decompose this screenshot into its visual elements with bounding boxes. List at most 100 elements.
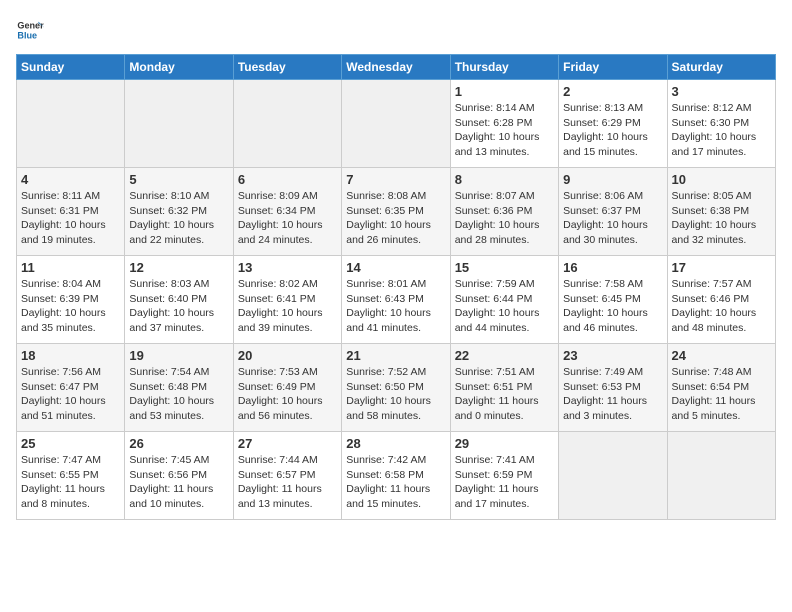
day-number: 18 [21,348,120,363]
day-info: Sunrise: 8:03 AM Sunset: 6:40 PM Dayligh… [129,277,228,336]
day-cell: 5 Sunrise: 8:10 AM Sunset: 6:32 PM Daylig… [125,168,233,256]
day-number: 27 [238,436,337,451]
logo-icon: General Blue [16,16,44,44]
calendar-table: SundayMondayTuesdayWednesdayThursdayFrid… [16,54,776,520]
day-info: Sunrise: 8:13 AM Sunset: 6:29 PM Dayligh… [563,101,662,160]
header-cell-thursday: Thursday [450,55,558,80]
day-cell: 7 Sunrise: 8:08 AM Sunset: 6:35 PM Daylig… [342,168,450,256]
header-cell-wednesday: Wednesday [342,55,450,80]
calendar-header: SundayMondayTuesdayWednesdayThursdayFrid… [17,55,776,80]
day-cell: 21 Sunrise: 7:52 AM Sunset: 6:50 PM Dayli… [342,344,450,432]
day-info: Sunrise: 7:51 AM Sunset: 6:51 PM Dayligh… [455,365,554,424]
svg-text:Blue: Blue [17,30,37,40]
day-info: Sunrise: 8:12 AM Sunset: 6:30 PM Dayligh… [672,101,771,160]
day-cell: 29 Sunrise: 7:41 AM Sunset: 6:59 PM Dayli… [450,432,558,520]
day-cell: 24 Sunrise: 7:48 AM Sunset: 6:54 PM Dayli… [667,344,775,432]
day-number: 3 [672,84,771,99]
day-cell: 8 Sunrise: 8:07 AM Sunset: 6:36 PM Daylig… [450,168,558,256]
day-cell: 18 Sunrise: 7:56 AM Sunset: 6:47 PM Dayli… [17,344,125,432]
day-info: Sunrise: 7:42 AM Sunset: 6:58 PM Dayligh… [346,453,445,512]
day-cell: 16 Sunrise: 7:58 AM Sunset: 6:45 PM Dayli… [559,256,667,344]
week-row-2: 4 Sunrise: 8:11 AM Sunset: 6:31 PM Daylig… [17,168,776,256]
day-cell: 12Sunrise: 8:03 AM Sunset: 6:40 PM Dayli… [125,256,233,344]
day-number: 4 [21,172,120,187]
day-info: Sunrise: 8:10 AM Sunset: 6:32 PM Dayligh… [129,189,228,248]
day-cell: 28 Sunrise: 7:42 AM Sunset: 6:58 PM Dayli… [342,432,450,520]
day-cell [559,432,667,520]
day-number: 21 [346,348,445,363]
day-number: 29 [455,436,554,451]
day-number: 5 [129,172,228,187]
week-row-1: 1Sunrise: 8:14 AM Sunset: 6:28 PM Daylig… [17,80,776,168]
day-cell: 26 Sunrise: 7:45 AM Sunset: 6:56 PM Dayli… [125,432,233,520]
day-cell: 13Sunrise: 8:02 AM Sunset: 6:41 PM Dayli… [233,256,341,344]
day-cell: 19 Sunrise: 7:54 AM Sunset: 6:48 PM Dayli… [125,344,233,432]
day-info: Sunrise: 7:59 AM Sunset: 6:44 PM Dayligh… [455,277,554,336]
day-cell: 27Sunrise: 7:44 AM Sunset: 6:57 PM Dayli… [233,432,341,520]
day-cell [17,80,125,168]
day-cell: 23 Sunrise: 7:49 AM Sunset: 6:53 PM Dayli… [559,344,667,432]
day-number: 6 [238,172,337,187]
day-cell: 3 Sunrise: 8:12 AM Sunset: 6:30 PM Daylig… [667,80,775,168]
day-cell: 22 Sunrise: 7:51 AM Sunset: 6:51 PM Dayli… [450,344,558,432]
day-number: 19 [129,348,228,363]
day-info: Sunrise: 7:49 AM Sunset: 6:53 PM Dayligh… [563,365,662,424]
day-number: 23 [563,348,662,363]
day-info: Sunrise: 7:52 AM Sunset: 6:50 PM Dayligh… [346,365,445,424]
day-number: 24 [672,348,771,363]
day-number: 14 [346,260,445,275]
day-number: 10 [672,172,771,187]
logo: General Blue [16,16,48,44]
header-row: SundayMondayTuesdayWednesdayThursdayFrid… [17,55,776,80]
day-info: Sunrise: 8:11 AM Sunset: 6:31 PM Dayligh… [21,189,120,248]
day-number: 22 [455,348,554,363]
day-info: Sunrise: 7:45 AM Sunset: 6:56 PM Dayligh… [129,453,228,512]
day-number: 7 [346,172,445,187]
week-row-3: 11 Sunrise: 8:04 AM Sunset: 6:39 PM Dayli… [17,256,776,344]
day-number: 17 [672,260,771,275]
day-info: Sunrise: 8:01 AM Sunset: 6:43 PM Dayligh… [346,277,445,336]
day-number: 11 [21,260,120,275]
day-cell: 17 Sunrise: 7:57 AM Sunset: 6:46 PM Dayli… [667,256,775,344]
day-info: Sunrise: 8:02 AM Sunset: 6:41 PM Dayligh… [238,277,337,336]
day-info: Sunrise: 8:09 AM Sunset: 6:34 PM Dayligh… [238,189,337,248]
day-number: 25 [21,436,120,451]
day-info: Sunrise: 8:05 AM Sunset: 6:38 PM Dayligh… [672,189,771,248]
day-info: Sunrise: 7:56 AM Sunset: 6:47 PM Dayligh… [21,365,120,424]
day-info: Sunrise: 7:48 AM Sunset: 6:54 PM Dayligh… [672,365,771,424]
day-cell: 25 Sunrise: 7:47 AM Sunset: 6:55 PM Dayli… [17,432,125,520]
day-number: 15 [455,260,554,275]
day-cell [125,80,233,168]
day-info: Sunrise: 7:53 AM Sunset: 6:49 PM Dayligh… [238,365,337,424]
day-number: 20 [238,348,337,363]
day-cell: 6 Sunrise: 8:09 AM Sunset: 6:34 PM Daylig… [233,168,341,256]
day-cell: 1Sunrise: 8:14 AM Sunset: 6:28 PM Daylig… [450,80,558,168]
day-info: Sunrise: 7:41 AM Sunset: 6:59 PM Dayligh… [455,453,554,512]
day-cell: 15 Sunrise: 7:59 AM Sunset: 6:44 PM Dayli… [450,256,558,344]
day-info: Sunrise: 8:08 AM Sunset: 6:35 PM Dayligh… [346,189,445,248]
day-info: Sunrise: 7:47 AM Sunset: 6:55 PM Dayligh… [21,453,120,512]
week-row-4: 18 Sunrise: 7:56 AM Sunset: 6:47 PM Dayli… [17,344,776,432]
day-number: 28 [346,436,445,451]
day-info: Sunrise: 8:07 AM Sunset: 6:36 PM Dayligh… [455,189,554,248]
day-number: 8 [455,172,554,187]
day-number: 2 [563,84,662,99]
calendar-body: 1Sunrise: 8:14 AM Sunset: 6:28 PM Daylig… [17,80,776,520]
day-cell: 14 Sunrise: 8:01 AM Sunset: 6:43 PM Dayli… [342,256,450,344]
day-info: Sunrise: 7:57 AM Sunset: 6:46 PM Dayligh… [672,277,771,336]
day-number: 16 [563,260,662,275]
week-row-5: 25 Sunrise: 7:47 AM Sunset: 6:55 PM Dayli… [17,432,776,520]
day-number: 26 [129,436,228,451]
day-number: 9 [563,172,662,187]
header-cell-saturday: Saturday [667,55,775,80]
day-info: Sunrise: 7:58 AM Sunset: 6:45 PM Dayligh… [563,277,662,336]
page-header: General Blue [16,16,776,44]
day-cell: 10 Sunrise: 8:05 AM Sunset: 6:38 PM Dayli… [667,168,775,256]
day-cell [342,80,450,168]
day-info: Sunrise: 8:04 AM Sunset: 6:39 PM Dayligh… [21,277,120,336]
day-info: Sunrise: 8:14 AM Sunset: 6:28 PM Dayligh… [455,101,554,160]
day-cell: 11 Sunrise: 8:04 AM Sunset: 6:39 PM Dayli… [17,256,125,344]
day-cell: 2 Sunrise: 8:13 AM Sunset: 6:29 PM Daylig… [559,80,667,168]
day-cell [233,80,341,168]
day-info: Sunrise: 7:54 AM Sunset: 6:48 PM Dayligh… [129,365,228,424]
